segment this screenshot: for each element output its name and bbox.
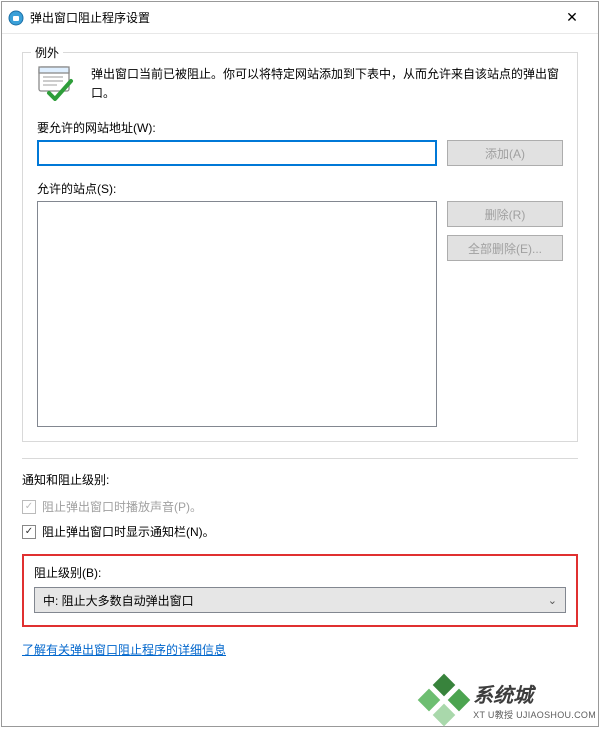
address-input[interactable]	[37, 140, 437, 166]
blocking-level-highlight: 阻止级别(B): 中: 阻止大多数自动弹出窗口 ⌄	[22, 554, 578, 627]
play-sound-checkbox-row: 阻止弹出窗口时播放声音(P)。	[22, 498, 578, 515]
dialog-content: 例外 弹出窗口当前已被阻止。你可以将特定网站添加到下表中，从而允许来自该站点的弹…	[2, 34, 598, 726]
info-text: 弹出窗口当前已被阻止。你可以将特定网站添加到下表中，从而允许来自该站点的弹出窗口…	[91, 65, 563, 103]
divider	[22, 458, 578, 459]
remove-button[interactable]: 删除(R)	[447, 201, 563, 227]
blocking-level-label: 阻止级别(B):	[34, 564, 566, 581]
learn-more-link[interactable]: 了解有关弹出窗口阻止程序的详细信息	[22, 643, 226, 657]
show-bar-checkbox[interactable]	[22, 525, 36, 539]
allowed-sites-label: 允许的站点(S):	[37, 180, 563, 197]
show-bar-checkbox-row: 阻止弹出窗口时显示通知栏(N)。	[22, 523, 578, 540]
remove-all-button[interactable]: 全部删除(E)...	[447, 235, 563, 261]
exceptions-group-title: 例外	[31, 44, 63, 61]
window-title: 弹出窗口阻止程序设置	[30, 9, 552, 26]
notify-section-title: 通知和阻止级别:	[22, 471, 578, 488]
exceptions-group: 例外 弹出窗口当前已被阻止。你可以将特定网站添加到下表中，从而允许来自该站点的弹…	[22, 52, 578, 442]
add-button[interactable]: 添加(A)	[447, 140, 563, 166]
allowed-sites-row: 删除(R) 全部删除(E)...	[37, 201, 563, 427]
close-button[interactable]: ✕	[552, 4, 592, 32]
chevron-down-icon: ⌄	[548, 594, 557, 607]
blocking-level-selected: 中: 阻止大多数自动弹出窗口	[43, 592, 194, 609]
close-icon: ✕	[566, 9, 578, 26]
play-sound-checkbox[interactable]	[22, 500, 36, 514]
show-bar-label: 阻止弹出窗口时显示通知栏(N)。	[42, 523, 215, 540]
app-icon	[8, 10, 24, 26]
allowed-sites-list[interactable]	[37, 201, 437, 427]
address-row: 添加(A)	[37, 140, 563, 166]
address-label: 要允许的网站地址(W):	[37, 119, 563, 136]
blocking-level-dropdown[interactable]: 中: 阻止大多数自动弹出窗口 ⌄	[34, 587, 566, 613]
learn-more-row: 了解有关弹出窗口阻止程序的详细信息	[22, 641, 578, 658]
list-side-buttons: 删除(R) 全部删除(E)...	[447, 201, 563, 427]
popup-blocker-icon	[37, 65, 77, 101]
titlebar: 弹出窗口阻止程序设置 ✕	[2, 2, 598, 34]
play-sound-label: 阻止弹出窗口时播放声音(P)。	[42, 498, 202, 515]
info-row: 弹出窗口当前已被阻止。你可以将特定网站添加到下表中，从而允许来自该站点的弹出窗口…	[37, 65, 563, 103]
dialog-window: 弹出窗口阻止程序设置 ✕ 例外 弹出窗口当前已被阻止。你可以将	[1, 1, 599, 727]
